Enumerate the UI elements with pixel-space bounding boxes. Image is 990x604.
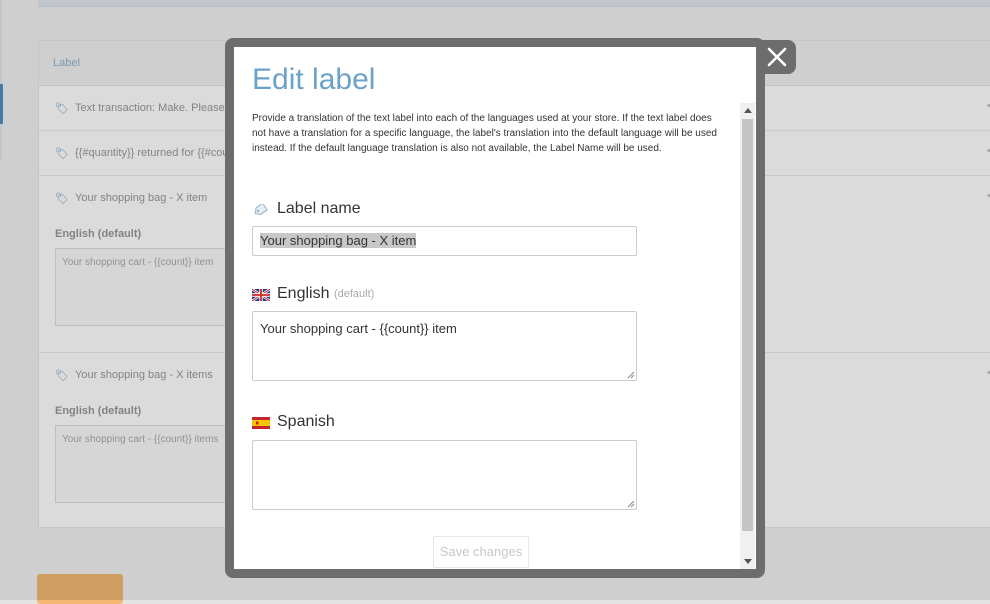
scroll-up-arrow-icon[interactable] — [740, 103, 755, 118]
flag-uk-icon — [251, 288, 271, 302]
close-icon — [767, 47, 787, 67]
english-translation-value: Your shopping cart - {{count}} item — [260, 321, 457, 336]
flag-spain-icon — [252, 416, 270, 429]
dialog-description: Provide a translation of the text label … — [252, 113, 717, 154]
dialog-scrollbar[interactable] — [740, 103, 755, 569]
spanish-heading: Spanish — [252, 413, 335, 433]
scrollbar-thumb[interactable] — [742, 119, 753, 531]
default-note: (default) — [333, 288, 375, 300]
dialog-title: Edit label — [252, 63, 376, 96]
english-label: English — [277, 285, 330, 302]
resize-grip-icon[interactable] — [627, 500, 635, 508]
label-name-value: Your shopping bag - X item — [260, 233, 417, 248]
spanish-translation-textarea[interactable] — [252, 440, 637, 510]
edit-label-dialog: Edit label Provide a translation of the … — [234, 47, 756, 569]
spanish-label: Spanish — [277, 413, 335, 430]
save-changes-button[interactable]: Save changes — [433, 536, 529, 568]
resize-grip-icon[interactable] — [627, 371, 635, 379]
close-button[interactable] — [757, 40, 796, 74]
tag-icon — [252, 202, 270, 215]
label-name-input[interactable]: Your shopping bag - X item — [252, 226, 637, 256]
scroll-down-arrow-icon[interactable] — [740, 554, 755, 569]
label-name-heading: Label name — [252, 200, 361, 220]
label-name-label: Label name — [277, 200, 361, 217]
english-heading: English (default) — [251, 285, 375, 305]
english-translation-textarea[interactable]: Your shopping cart - {{count}} item — [252, 311, 637, 381]
